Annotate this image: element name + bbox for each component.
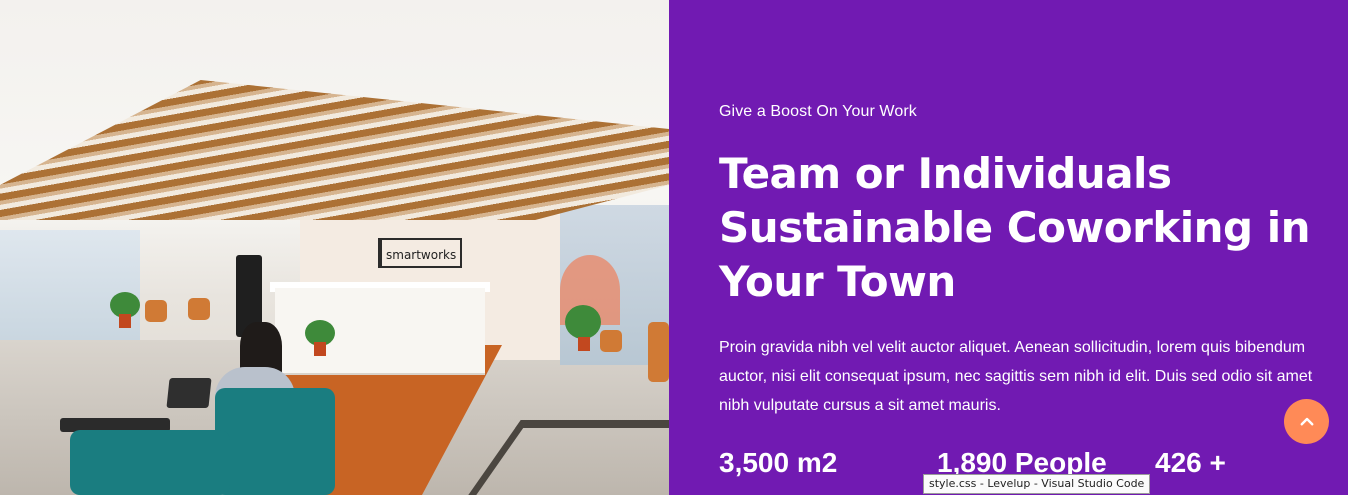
window-tooltip: style.css - Levelup - Visual Studio Code bbox=[923, 474, 1151, 494]
stat-unit: + bbox=[1209, 447, 1226, 478]
sofa bbox=[215, 388, 335, 495]
chair bbox=[600, 330, 622, 352]
scroll-top-button[interactable] bbox=[1284, 399, 1329, 444]
plant bbox=[565, 305, 601, 339]
company-sign: smartworks bbox=[378, 238, 462, 268]
stat-unit: m2 bbox=[796, 447, 838, 478]
chair bbox=[188, 298, 210, 320]
hero-section: Give a Boost On Your Work Team or Indivi… bbox=[669, 0, 1348, 495]
sofa bbox=[70, 430, 230, 495]
chair bbox=[648, 322, 669, 382]
hero-image: smartworks bbox=[0, 0, 669, 495]
chevron-up-icon bbox=[1300, 417, 1313, 425]
stat-value: 3,500 bbox=[719, 447, 790, 478]
hero-description: Proin gravida nibh vel velit auctor aliq… bbox=[719, 339, 1313, 414]
plant-pot bbox=[119, 314, 131, 328]
ceiling bbox=[0, 80, 669, 220]
stat-value: 426 bbox=[1155, 447, 1202, 478]
stat-count: 426 + bbox=[1155, 447, 1226, 479]
plant-pot bbox=[578, 337, 590, 351]
hero-title: Team or Individuals Sustainable Coworkin… bbox=[719, 149, 1311, 306]
chair bbox=[145, 300, 167, 322]
plant-pot bbox=[314, 342, 326, 356]
hero-eyebrow: Give a Boost On Your Work bbox=[719, 103, 917, 120]
stat-area: 3,500 m2 bbox=[719, 447, 837, 479]
